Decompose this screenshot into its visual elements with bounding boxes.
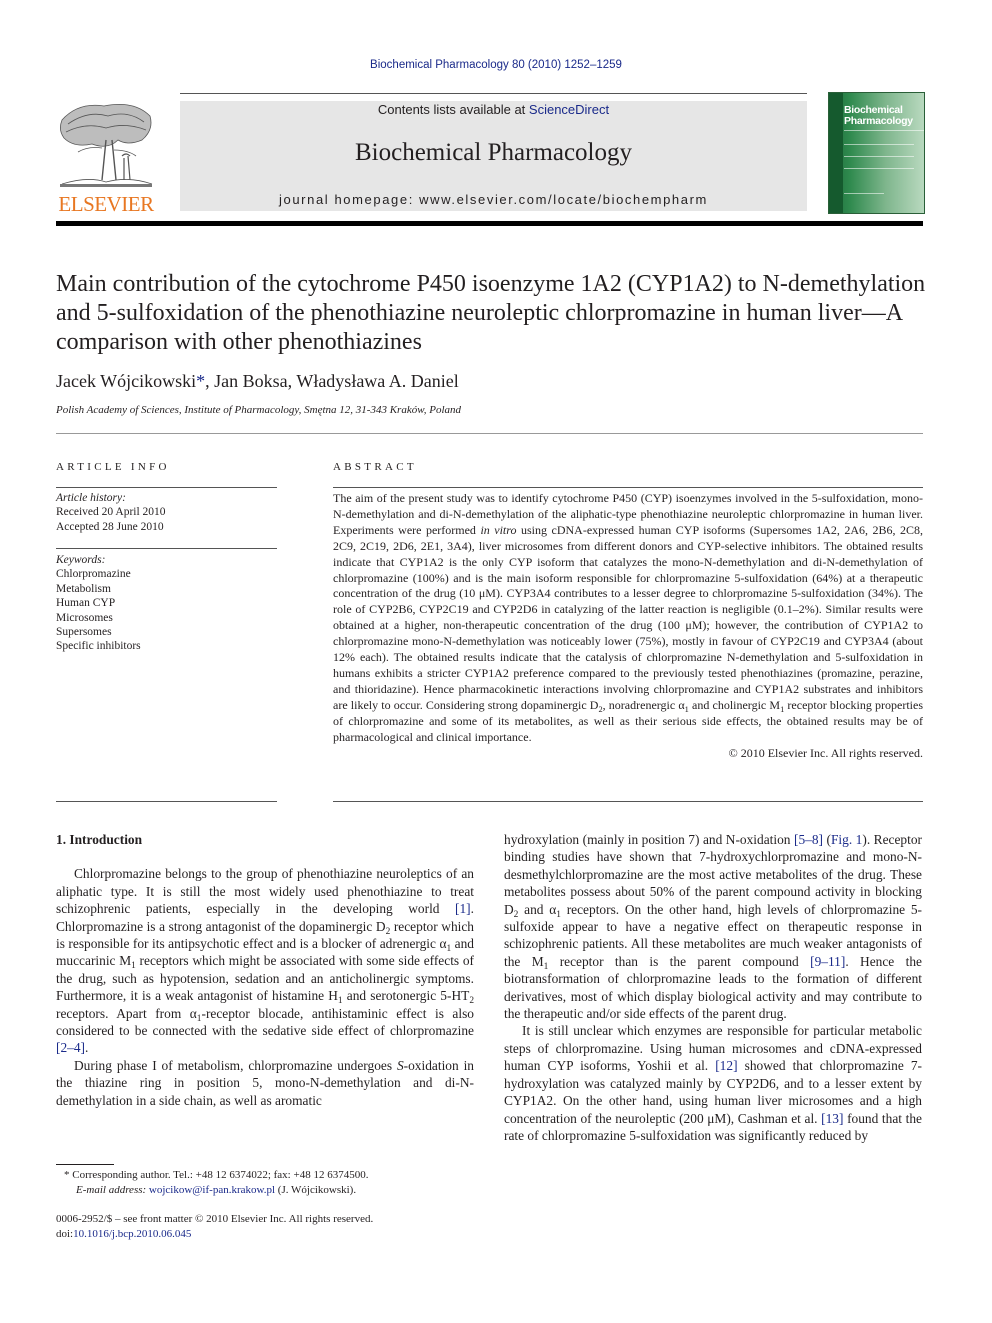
abstract-paragraph: The aim of the present study was to iden… (333, 491, 923, 746)
article-info-heading: ARTICLE INFO (56, 461, 170, 473)
reference-link[interactable]: [1] (455, 901, 471, 916)
body-text: hydroxylation (mainly in position 7) and… (504, 832, 794, 847)
section-heading-introduction: 1. Introduction (56, 832, 143, 847)
divider (56, 487, 277, 488)
issn-line: 0006-2952/$ – see front matter © 2010 El… (56, 1213, 374, 1225)
doi-prefix: doi: (56, 1228, 74, 1240)
journal-banner: Contents lists available at ScienceDirec… (180, 101, 807, 211)
cover-title-line2: Pharmacology (844, 115, 913, 127)
author-name[interactable]: Jan Boksa (214, 371, 288, 391)
doi-line: doi:10.1016/j.bcp.2010.06.045 (56, 1227, 373, 1242)
abstract-text: using cDNA-expressed human CYP isoforms … (333, 522, 923, 712)
contents-line: Contents lists available at ScienceDirec… (180, 102, 807, 117)
journal-citation[interactable]: Biochemical Pharmacology 80 (2010) 1252–… (0, 59, 992, 71)
email-link[interactable]: wojcikow@if-pan.krakow.pl (149, 1184, 275, 1196)
body-text: receptor than is the parent compound (548, 953, 811, 969)
body-text: receptors. Apart from α (56, 1005, 197, 1021)
cover-rule (844, 193, 884, 194)
elsevier-wordmark: ELSEVIER (58, 192, 154, 216)
email-suffix: (J. Wójcikowski). (275, 1184, 357, 1196)
email-label: E-mail address: (76, 1184, 149, 1196)
cover-rule (844, 168, 914, 169)
body-text: During phase I of metabolism, chlorproma… (74, 1057, 397, 1073)
keywords-label: Keywords: (56, 554, 106, 566)
abstract-text: , noradrenergic α (602, 697, 685, 712)
footnote-email-line: E-mail address: wojcikow@if-pan.krakow.p… (64, 1183, 368, 1198)
reference-link[interactable]: [9–11] (810, 954, 845, 969)
body-text: and α (518, 901, 557, 917)
body-text: ( (823, 832, 831, 847)
sciencedirect-link[interactable]: ScienceDirect (529, 102, 609, 117)
received-date: Received 20 April 2010 (56, 506, 166, 519)
footnote-line: * Corresponding author. Tel.: +48 12 637… (64, 1168, 368, 1183)
author-name[interactable]: Władysława A. Daniel (296, 371, 458, 391)
affiliation: Polish Academy of Sciences, Institute of… (56, 404, 462, 416)
reference-link[interactable]: [5–8] (794, 832, 823, 847)
keywords: Keywords: Chlorpromazine Metabolism Huma… (56, 553, 141, 654)
author-name[interactable]: Jacek Wójcikowski (56, 371, 196, 391)
header-rule (180, 93, 807, 94)
keyword: Microsomes (56, 611, 113, 624)
divider (333, 487, 923, 488)
divider (56, 548, 277, 549)
abstract-italic: in vitro (480, 522, 517, 537)
footnote-text: Corresponding author. Tel.: +48 12 63740… (69, 1169, 369, 1181)
body-text: . (85, 1040, 89, 1056)
divider (333, 801, 923, 802)
article-title: Main contribution of the cytochrome P450… (56, 271, 926, 355)
author-list: Jacek Wójcikowski*, Jan Boksa, Władysław… (56, 371, 459, 392)
divider (56, 433, 923, 434)
cover-rule (844, 144, 914, 145)
body-paragraph: It is still unclear which enzymes are re… (504, 1022, 922, 1144)
journal-homepage[interactable]: journal homepage: www.elsevier.com/locat… (180, 192, 807, 207)
body-paragraph: Chlorpromazine belongs to the group of p… (56, 865, 474, 1056)
body-paragraph: hydroxylation (mainly in position 7) and… (504, 831, 922, 1022)
corresponding-author-footnote: * Corresponding author. Tel.: +48 12 637… (64, 1168, 368, 1198)
cover-title: Biochemical Pharmacology (844, 105, 913, 127)
author-separator: , (205, 371, 215, 391)
front-matter: 0006-2952/$ – see front matter © 2010 El… (56, 1212, 373, 1242)
reference-link[interactable]: [12] (715, 1058, 737, 1073)
journal-cover-thumbnail[interactable]: Biochemical Pharmacology (828, 92, 925, 214)
elsevier-logo[interactable]: ELSEVIER (55, 100, 157, 216)
accepted-date: Accepted 28 June 2010 (56, 520, 164, 533)
cover-rule (844, 130, 924, 131)
body-italic: S (396, 1057, 404, 1073)
body-column-right: hydroxylation (mainly in position 7) and… (504, 831, 922, 1144)
body-column-left: 1. Introduction Chlorpromazine belongs t… (56, 831, 474, 1109)
figure-link[interactable]: Fig. 1 (831, 832, 862, 847)
body-text: and serotonergic 5-HT (342, 988, 470, 1004)
keyword: Metabolism (56, 582, 111, 595)
body-text: Chlorpromazine belongs to the group of p… (56, 866, 474, 917)
corresponding-author-mark[interactable]: * (196, 371, 205, 391)
article-history: Article history: Received 20 April 2010 … (56, 491, 166, 534)
reference-link[interactable]: [2–4] (56, 1040, 85, 1055)
reference-link[interactable]: [13] (821, 1111, 843, 1126)
cover-stripe (829, 93, 843, 213)
keyword: Supersomes (56, 626, 112, 639)
abstract-body: The aim of the present study was to iden… (333, 491, 923, 761)
divider (56, 801, 277, 802)
elsevier-tree-icon (60, 103, 153, 187)
history-label: Article history: (56, 492, 126, 504)
keyword: Chlorpromazine (56, 568, 131, 581)
doi-link[interactable]: 10.1016/j.bcp.2010.06.045 (73, 1228, 191, 1240)
cover-rule (844, 156, 914, 157)
body-paragraph: During phase I of metabolism, chlorproma… (56, 1057, 474, 1109)
abstract-heading: ABSTRACT (333, 461, 417, 473)
contents-prefix: Contents lists available at (377, 102, 529, 117)
journal-name: Biochemical Pharmacology (354, 139, 632, 166)
header-thick-rule (56, 221, 923, 226)
footnote-rule (56, 1164, 114, 1165)
keyword: Human CYP (56, 597, 116, 610)
keyword: Specific inhibitors (56, 640, 141, 653)
abstract-text: and cholinergic M (688, 697, 781, 712)
abstract-copyright: © 2010 Elsevier Inc. All rights reserved… (728, 745, 923, 760)
